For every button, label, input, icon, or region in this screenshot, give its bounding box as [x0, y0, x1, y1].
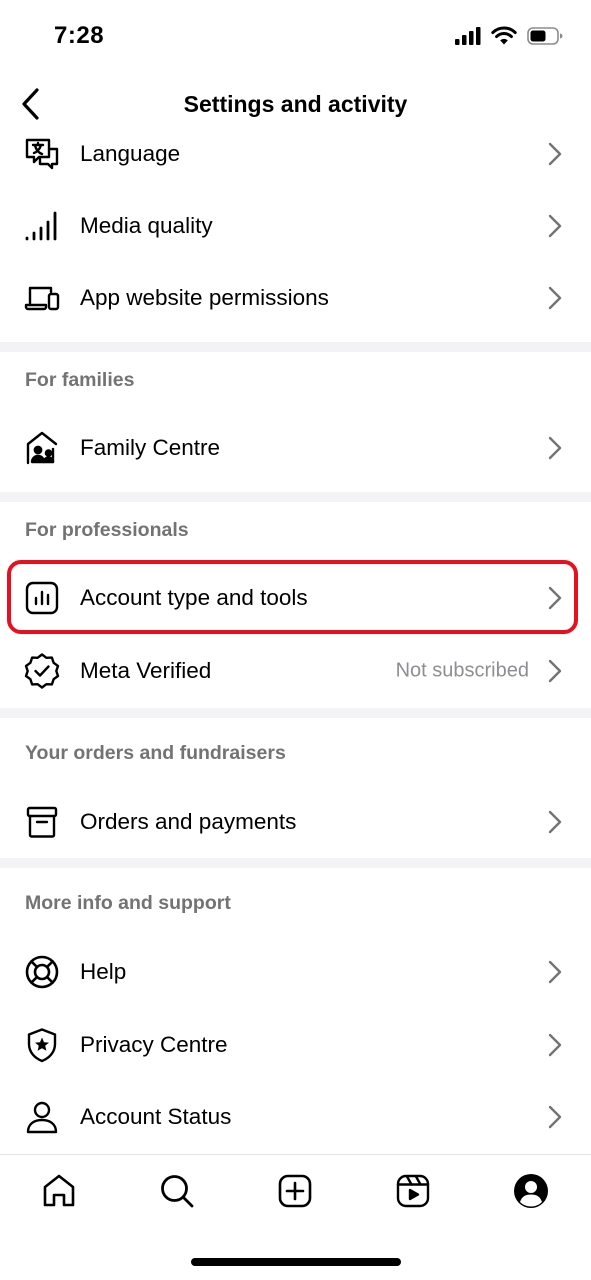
section-title-support: More info and support — [25, 892, 231, 914]
settings-row-app-website-permissions[interactable]: App website permissions — [0, 262, 591, 334]
chevron-right-icon — [547, 1104, 563, 1130]
cellular-signal-icon — [455, 26, 481, 50]
lifebuoy-icon — [23, 953, 61, 991]
chevron-right-icon — [547, 285, 563, 311]
row-label: Account Status — [80, 1104, 232, 1129]
status-time: 7:28 — [54, 22, 105, 49]
tab-profile[interactable] — [501, 1169, 561, 1217]
devices-icon — [23, 279, 61, 317]
chevron-right-icon — [547, 959, 563, 985]
bar-chart-icon — [23, 579, 61, 617]
settings-row-orders-and-payments[interactable]: Orders and payments — [0, 786, 591, 858]
settings-row-language[interactable]: Language — [0, 136, 591, 190]
row-label: Privacy Centre — [80, 1032, 228, 1057]
tab-home[interactable] — [29, 1169, 89, 1217]
row-label: Orders and payments — [80, 809, 297, 834]
reels-icon — [395, 1173, 431, 1214]
settings-row-account-status[interactable]: Account Status — [0, 1081, 591, 1153]
row-label: Language — [80, 141, 181, 166]
tab-search[interactable] — [147, 1169, 207, 1217]
profile-icon — [512, 1172, 550, 1215]
section-title-orders: Your orders and fundraisers — [25, 742, 286, 764]
row-label: Help — [80, 959, 127, 984]
settings-row-help[interactable]: Help — [0, 936, 591, 1008]
shield-star-icon — [23, 1026, 61, 1064]
status-bar: 7:28 — [0, 0, 591, 76]
settings-row-media-quality[interactable]: Media quality — [0, 190, 591, 262]
chevron-right-icon — [547, 213, 563, 239]
section-title-professionals: For professionals — [25, 519, 189, 541]
settings-row-privacy-centre[interactable]: Privacy Centre — [0, 1009, 591, 1081]
section-divider — [0, 342, 591, 352]
status-icons — [455, 26, 563, 50]
tab-reels[interactable] — [383, 1169, 443, 1217]
chevron-right-icon — [547, 658, 563, 684]
row-label: Media quality — [80, 213, 213, 238]
row-label: Meta Verified — [80, 658, 212, 683]
chevron-right-icon — [547, 585, 563, 611]
signal-bars-icon — [23, 207, 61, 245]
page-title: Settings and activity — [183, 91, 408, 117]
row-label: App website permissions — [80, 285, 329, 310]
wifi-icon — [491, 26, 517, 50]
section-title-families: For families — [25, 369, 135, 391]
section-divider — [0, 708, 591, 718]
verified-badge-icon — [23, 652, 61, 690]
settings-row-account-type-and-tools[interactable]: Account type and tools — [0, 562, 591, 634]
row-label: Family Centre — [80, 435, 221, 460]
language-icon — [23, 136, 61, 173]
person-icon — [23, 1098, 61, 1136]
subscription-status: Not subscribed — [395, 659, 529, 682]
section-divider — [0, 858, 591, 868]
settings-list[interactable]: Language Media quality App website permi… — [0, 136, 591, 1154]
chevron-right-icon — [547, 1032, 563, 1058]
search-icon — [159, 1173, 195, 1214]
home-icon — [41, 1173, 77, 1214]
create-plus-icon — [277, 1173, 313, 1214]
settings-row-meta-verified[interactable]: Meta Verified Not subscribed — [0, 635, 591, 707]
chevron-right-icon — [547, 141, 563, 167]
section-divider — [0, 492, 591, 502]
chevron-right-icon — [547, 809, 563, 835]
battery-icon — [527, 26, 563, 50]
header: Settings and activity — [0, 76, 591, 136]
row-label: Account type and tools — [80, 585, 308, 610]
package-icon — [23, 803, 61, 841]
tab-create[interactable] — [265, 1169, 325, 1217]
chevron-right-icon — [547, 435, 563, 461]
family-home-icon — [23, 429, 61, 467]
home-indicator — [191, 1258, 401, 1266]
settings-row-family-centre[interactable]: Family Centre — [0, 412, 591, 484]
